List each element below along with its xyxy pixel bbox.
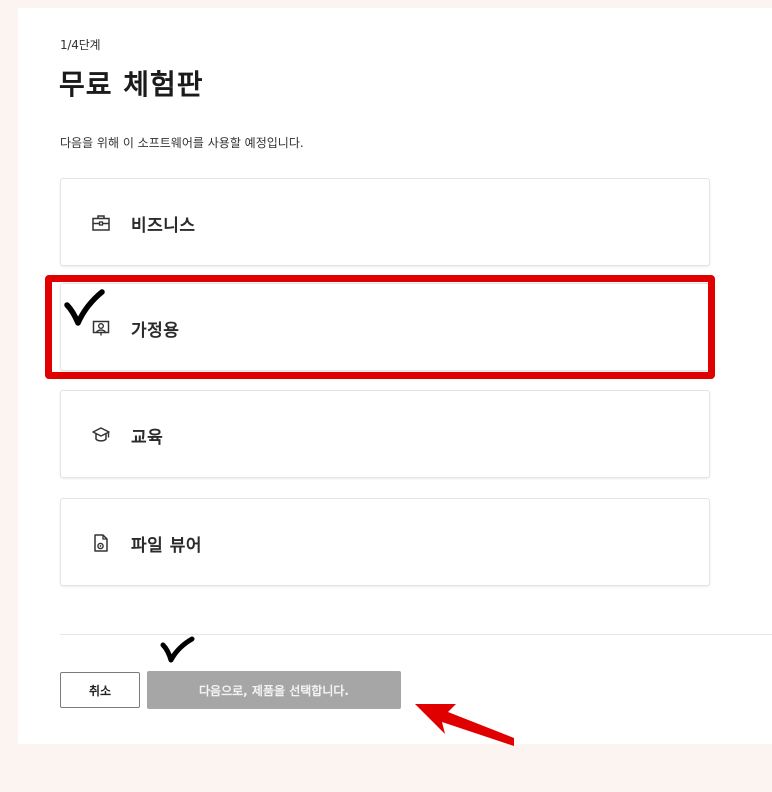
option-home[interactable]: 가정용 [60, 283, 710, 371]
page-subtitle: 다음을 위해 이 소프트웨어를 사용할 예정입니다. [60, 136, 304, 150]
file-viewer-icon [94, 534, 108, 552]
option-education[interactable]: 교육 [60, 390, 710, 478]
option-education-label: 교육 [131, 428, 164, 448]
option-home-label: 가정용 [131, 321, 180, 341]
graduation-cap-icon [92, 427, 110, 442]
next-button[interactable]: 다음으로, 제품을 선택합니다. [147, 671, 401, 709]
cancel-button[interactable]: 취소 [60, 672, 140, 708]
option-business[interactable]: 비즈니스 [60, 178, 710, 266]
option-file-viewer[interactable]: 파일 뷰어 [60, 498, 710, 586]
option-file-viewer-label: 파일 뷰어 [131, 536, 202, 556]
step-indicator: 1/4단계 [60, 38, 101, 52]
footer-divider [60, 634, 772, 635]
option-business-label: 비즈니스 [131, 216, 196, 236]
home-person-icon [92, 320, 110, 336]
page-title: 무료 체험판 [59, 68, 204, 101]
briefcase-icon [92, 215, 110, 231]
